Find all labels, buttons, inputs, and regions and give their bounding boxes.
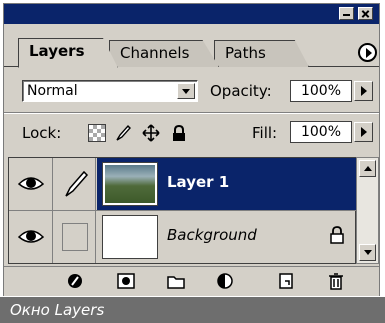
layer-thumbnail — [102, 215, 158, 259]
scroll-down-button[interactable] — [359, 244, 376, 261]
blend-mode-select[interactable]: Normal — [22, 80, 198, 102]
palette-title-bar[interactable] — [4, 4, 379, 24]
lock-icon — [330, 226, 344, 244]
fill-field[interactable]: 100% — [290, 121, 352, 143]
visibility-toggle[interactable] — [9, 211, 53, 263]
layer-name: Background — [167, 226, 257, 244]
fill-slider-button[interactable] — [354, 122, 373, 142]
divider — [4, 112, 379, 114]
empty-link-box — [62, 223, 88, 251]
layer-link-cell[interactable] — [54, 211, 96, 263]
opacity-field[interactable]: 100% — [290, 80, 352, 102]
lock-move-icon[interactable] — [142, 124, 160, 142]
lock-all-icon[interactable] — [170, 124, 188, 142]
layer-mask-icon[interactable] — [116, 272, 136, 290]
layers-scrollbar[interactable] — [356, 157, 379, 264]
eye-icon — [17, 177, 45, 190]
tab-layers[interactable]: Layers — [18, 38, 118, 68]
trash-icon[interactable] — [326, 272, 346, 290]
layers-list: Layer 1 Background — [8, 157, 357, 264]
scroll-up-button[interactable] — [359, 160, 376, 177]
layer-style-icon[interactable] — [66, 272, 86, 290]
eye-icon — [17, 230, 45, 243]
brush-icon — [65, 170, 89, 197]
lock-brush-icon[interactable] — [114, 124, 132, 142]
layer-name-area[interactable]: Layer 1 — [97, 158, 357, 210]
adjustment-layer-icon[interactable] — [216, 272, 236, 290]
layer-row[interactable]: Background — [9, 211, 357, 264]
layer-link-cell[interactable] — [54, 158, 96, 210]
visibility-toggle[interactable] — [9, 158, 53, 210]
layer-name: Layer 1 — [167, 173, 230, 191]
minimize-button[interactable] — [339, 7, 354, 20]
chevron-down-icon[interactable] — [177, 83, 195, 99]
tab-paths[interactable]: Paths — [214, 40, 309, 67]
layer-row[interactable]: Layer 1 — [9, 158, 357, 211]
close-button[interactable] — [358, 7, 373, 20]
blend-mode-value: Normal — [27, 83, 78, 99]
opacity-slider-button[interactable] — [354, 81, 373, 101]
layers-palette: Paths Channels Layers Normal Opacity: 10… — [3, 3, 380, 296]
photo-icon — [102, 162, 158, 206]
palette-bottom-bar — [4, 266, 379, 296]
palette-tabs: Paths Channels Layers — [4, 24, 379, 70]
figure-caption: Окно Layers — [0, 297, 385, 323]
fill-label: Fill: — [252, 124, 278, 142]
opacity-label: Opacity: — [210, 82, 272, 100]
lock-label: Lock: — [22, 124, 62, 142]
tab-channels[interactable]: Channels — [109, 40, 219, 67]
folder-icon[interactable] — [166, 272, 186, 290]
lock-transparency-icon[interactable] — [88, 124, 106, 142]
palette-menu-button[interactable] — [358, 43, 377, 62]
layer-name-area[interactable]: Background — [97, 211, 357, 263]
new-layer-icon[interactable] — [276, 272, 296, 290]
